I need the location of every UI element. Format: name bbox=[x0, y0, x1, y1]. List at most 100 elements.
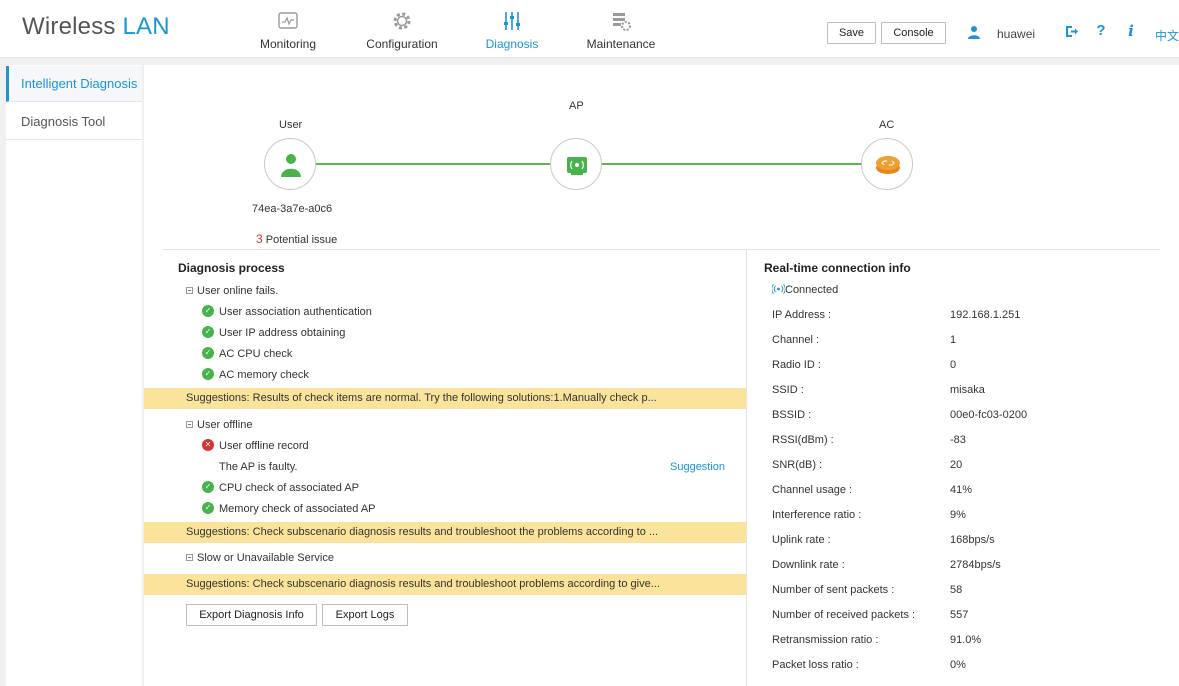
check-item: ✓ Memory check of associated AP bbox=[202, 502, 376, 515]
info-value: 41% bbox=[950, 484, 973, 496]
info-label: Packet loss ratio : bbox=[772, 659, 859, 671]
divider bbox=[162, 249, 1160, 250]
check-item: ✓ User IP address obtaining bbox=[202, 326, 346, 339]
expand-icon[interactable] bbox=[186, 553, 193, 561]
info-label: BSSID : bbox=[772, 409, 812, 421]
ap-node[interactable] bbox=[550, 138, 602, 190]
group-user-online-fails[interactable]: User online fails. bbox=[186, 285, 278, 297]
user-icon bbox=[281, 154, 301, 177]
check-ok-icon: ✓ bbox=[202, 305, 214, 318]
app-brand: Wireless LAN bbox=[22, 13, 170, 41]
info-label: Channel usage : bbox=[772, 484, 853, 496]
suggestion-banner[interactable]: Suggestions: Check subscenario diagnosis… bbox=[144, 574, 746, 595]
info-value: 0% bbox=[950, 659, 966, 671]
topo-ac-label: AC bbox=[879, 119, 895, 131]
check-item: ✕ User offline record bbox=[202, 439, 309, 452]
info-label: IP Address : bbox=[772, 309, 832, 321]
status-text: Connected bbox=[785, 284, 839, 296]
main-content: User AP AC 74ea-3a7e-a0c6 3 Potential is… bbox=[144, 65, 1179, 686]
gear-icon bbox=[393, 12, 411, 30]
monitor-icon bbox=[278, 12, 298, 29]
info-label: Interference ratio : bbox=[772, 509, 862, 521]
info-value: 168bps/s bbox=[950, 534, 995, 546]
check-error-icon: ✕ bbox=[202, 439, 214, 452]
info-label: RSSI(dBm) : bbox=[772, 434, 834, 446]
info-label: Retransmission ratio : bbox=[772, 634, 879, 646]
check-label: CPU check of associated AP bbox=[219, 482, 360, 494]
check-ok-icon: ✓ bbox=[202, 481, 214, 494]
info-value: 2784bps/s bbox=[950, 559, 1001, 571]
group-user-offline[interactable]: User offline bbox=[186, 419, 252, 431]
language-switch[interactable]: 中文 bbox=[1155, 27, 1179, 44]
access-point-icon bbox=[567, 157, 587, 175]
suggestion-banner[interactable]: Suggestions: Check subscenario diagnosis… bbox=[144, 522, 746, 543]
export-logs-button[interactable]: Export Logs bbox=[322, 604, 408, 626]
router-icon bbox=[876, 156, 900, 174]
topo-user-label: User bbox=[279, 119, 303, 131]
suggestion-banner[interactable]: Suggestions: Results of check items are … bbox=[144, 388, 746, 409]
check-item: ✓ AC CPU check bbox=[202, 347, 292, 360]
logout-icon[interactable] bbox=[1064, 24, 1079, 39]
check-item: ✓ AC memory check bbox=[202, 368, 309, 381]
info-icon[interactable]: i bbox=[1123, 22, 1139, 40]
info-value: 192.168.1.251 bbox=[950, 309, 1021, 321]
info-value: 00e0-fc03-0200 bbox=[950, 409, 1028, 421]
group-slow-service[interactable]: Slow or Unavailable Service bbox=[186, 552, 334, 564]
info-label: Number of sent packets : bbox=[772, 584, 895, 596]
check-label: User association authentication bbox=[219, 306, 372, 318]
info-value: 20 bbox=[950, 459, 963, 471]
check-ok-icon: ✓ bbox=[202, 368, 214, 381]
info-label: SNR(dB) : bbox=[772, 459, 823, 471]
info-label: Channel : bbox=[772, 334, 820, 346]
username[interactable]: huawei bbox=[997, 27, 1035, 41]
collapse-icon[interactable] bbox=[186, 420, 193, 428]
error-detail: The AP is faulty. bbox=[219, 461, 298, 473]
info-value: 58 bbox=[950, 584, 963, 596]
info-value: 557 bbox=[950, 609, 969, 621]
nav-configuration[interactable]: Configuration bbox=[352, 0, 452, 58]
check-item: ✓ CPU check of associated AP bbox=[202, 481, 360, 494]
info-value: misaka bbox=[950, 384, 985, 396]
potential-issue[interactable]: 3 Potential issue bbox=[256, 232, 337, 246]
info-value: -83 bbox=[950, 434, 966, 446]
help-icon[interactable]: ? bbox=[1093, 22, 1109, 40]
brand-primary: Wireless bbox=[22, 13, 116, 40]
sidebar: Intelligent Diagnosis Diagnosis Tool bbox=[6, 65, 142, 686]
nav-diagnosis[interactable]: Diagnosis bbox=[462, 0, 562, 58]
console-button[interactable]: Console bbox=[881, 22, 946, 44]
sidebar-item-intelligent-diagnosis[interactable]: Intelligent Diagnosis bbox=[6, 66, 142, 102]
issue-count: 3 bbox=[256, 232, 263, 246]
check-label: User IP address obtaining bbox=[219, 327, 346, 339]
export-diagnosis-info-button[interactable]: Export Diagnosis Info bbox=[186, 604, 317, 626]
info-value: 91.0% bbox=[950, 634, 982, 646]
user-node[interactable] bbox=[264, 138, 316, 190]
nav-label: Diagnosis bbox=[485, 37, 539, 51]
info-label: SSID : bbox=[772, 384, 804, 396]
link-ap-ac bbox=[602, 163, 861, 165]
info-label: Radio ID : bbox=[772, 359, 821, 371]
group-title: User online fails. bbox=[197, 285, 279, 297]
check-ok-icon: ✓ bbox=[202, 502, 214, 515]
info-value: 9% bbox=[950, 509, 966, 521]
check-label: Memory check of associated AP bbox=[219, 503, 376, 515]
check-label: User offline record bbox=[219, 440, 309, 452]
group-title: Slow or Unavailable Service bbox=[197, 552, 334, 564]
nav-label: Monitoring bbox=[259, 37, 317, 51]
issue-text: Potential issue bbox=[265, 234, 338, 246]
diagnosis-process-title: Diagnosis process bbox=[178, 261, 285, 275]
nav-label: Configuration bbox=[366, 37, 438, 51]
brand-accent: LAN bbox=[122, 13, 170, 40]
nav-monitoring[interactable]: Monitoring bbox=[238, 0, 338, 58]
collapse-icon[interactable] bbox=[186, 286, 193, 294]
suggestion-link[interactable]: Suggestion bbox=[670, 461, 725, 473]
sidebar-item-diagnosis-tool[interactable]: Diagnosis Tool bbox=[6, 104, 142, 140]
topo-ap-label: AP bbox=[569, 100, 584, 112]
save-button[interactable]: Save bbox=[827, 22, 876, 44]
ac-node[interactable] bbox=[861, 138, 913, 190]
wifi-signal-icon bbox=[771, 284, 786, 294]
info-value: 0 bbox=[950, 359, 957, 371]
connection-status: Connected bbox=[771, 284, 839, 296]
info-label: Downlink rate : bbox=[772, 559, 845, 571]
info-label: Uplink rate : bbox=[772, 534, 831, 546]
nav-maintenance[interactable]: Maintenance bbox=[571, 0, 671, 58]
